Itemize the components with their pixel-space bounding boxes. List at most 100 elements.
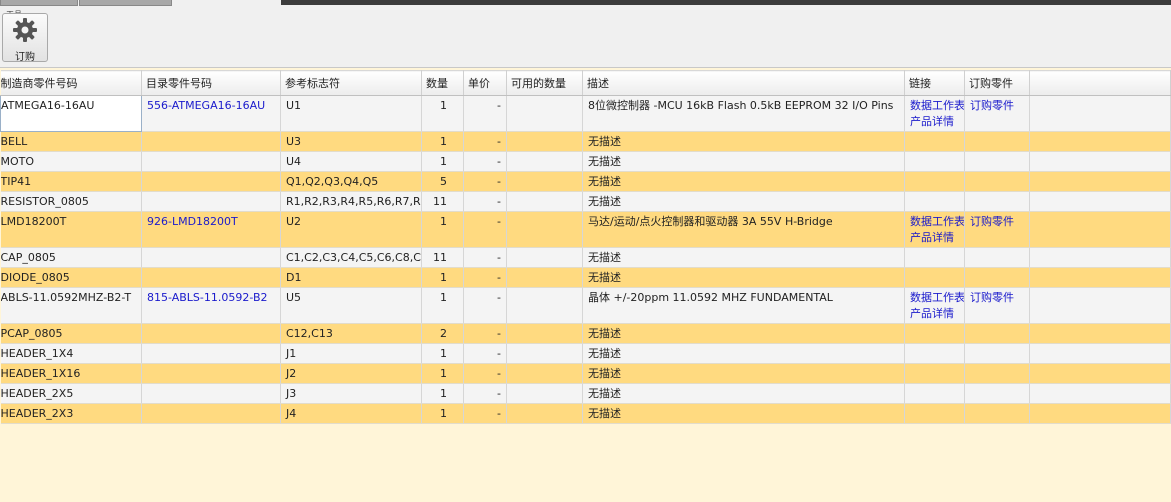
cell-unit-price: - [463, 171, 507, 192]
cell-mfr-part[interactable]: ABLS-11.0592MHZ-B2-T [0, 287, 142, 324]
cell-reference: D1 [280, 267, 422, 288]
col-header-reference[interactable]: 参考标志符 [280, 70, 422, 96]
table-row[interactable]: ABLS-11.0592MHZ-B2-T 815-ABLS-11.0592-B2 U… [0, 287, 1171, 324]
cell-mfr-part[interactable]: ATMEGA16-16AU [0, 95, 142, 132]
cell-links [904, 323, 965, 344]
cell-available-qty [506, 151, 583, 172]
order-part-link[interactable]: 订购零件 [970, 290, 1025, 306]
cell-description: 无描述 [582, 267, 905, 288]
col-header-links[interactable]: 链接 [904, 70, 965, 96]
table-row[interactable]: LMD18200T 926-LMD18200T U2 1- 马达/运动/点火控制器和驱动… [0, 211, 1171, 248]
datasheet-link[interactable]: 数据工作表 [910, 290, 964, 306]
table-row[interactable]: HEADER_2X3 J4 1- 无描述 [0, 403, 1171, 424]
datasheet-link[interactable]: 数据工作表 [910, 214, 964, 230]
table-row[interactable]: ATMEGA16-16AU 556-ATMEGA16-16AU U1 1- 8位微控制器… [0, 95, 1171, 132]
cell-mfr-part[interactable]: HEADER_1X16 [0, 363, 142, 384]
cell-quantity: 1 [421, 131, 464, 152]
cell-filler [1029, 383, 1171, 404]
cell-order-part [964, 247, 1030, 268]
cell-links: 数据工作表 产品详情 [904, 211, 965, 248]
table-row[interactable]: MOTO U4 1- 无描述 [0, 151, 1171, 172]
cell-available-qty [506, 343, 583, 364]
cell-mfr-part[interactable]: HEADER_2X5 [0, 383, 142, 404]
order-button[interactable]: 订购 [2, 13, 48, 63]
cell-catalog-part [141, 131, 281, 152]
cell-order-part [964, 403, 1030, 424]
cell-mfr-part[interactable]: HEADER_1X4 [0, 343, 142, 364]
cell-reference: U4 [280, 151, 422, 172]
table-row[interactable]: HEADER_2X5 J3 1- 无描述 [0, 383, 1171, 404]
cell-description: 无描述 [582, 191, 905, 212]
col-header-mfr-part[interactable]: 制造商零件号码 [0, 70, 142, 96]
catalog-part-link[interactable]: 926-LMD18200T [147, 215, 238, 228]
table-row[interactable]: BELL U3 1- 无描述 [0, 131, 1171, 152]
cell-links [904, 191, 965, 212]
cell-mfr-part[interactable]: CAP_0805 [0, 247, 142, 268]
cell-description: 无描述 [582, 343, 905, 364]
order-part-link[interactable]: 订购零件 [970, 214, 1025, 230]
cell-mfr-part[interactable]: MOTO [0, 151, 142, 172]
top-tab-1[interactable] [0, 0, 78, 6]
cell-filler [1029, 287, 1171, 324]
cell-order-part: 订购零件 [964, 287, 1030, 324]
cell-catalog-part [141, 383, 281, 404]
table-row[interactable]: CAP_0805 C1,C2,C3,C4,C5,C6,C8,C9,C10,C11,… [0, 247, 1171, 268]
cell-catalog-part [141, 363, 281, 384]
col-header-available-qty[interactable]: 可用的数量 [506, 70, 583, 96]
cell-mfr-part[interactable]: PCAP_0805 [0, 323, 142, 344]
cell-available-qty [506, 403, 583, 424]
cell-unit-price: - [463, 363, 507, 384]
cell-mfr-part[interactable]: LMD18200T [0, 211, 142, 248]
cell-links [904, 267, 965, 288]
cell-unit-price: - [463, 211, 507, 248]
cell-quantity: 2 [421, 323, 464, 344]
cell-mfr-part[interactable]: DIODE_0805 [0, 267, 142, 288]
cell-quantity: 5 [421, 171, 464, 192]
cell-filler [1029, 403, 1171, 424]
cell-reference: U3 [280, 131, 422, 152]
cell-order-part [964, 323, 1030, 344]
cell-filler [1029, 363, 1171, 384]
cell-mfr-part[interactable]: HEADER_2X3 [0, 403, 142, 424]
cell-links [904, 403, 965, 424]
cell-catalog-part [141, 191, 281, 212]
cell-mfr-part[interactable]: TIP41 [0, 171, 142, 192]
table-row[interactable]: TIP41 Q1,Q2,Q3,Q4,Q5 5- 无描述 [0, 171, 1171, 192]
cell-mfr-part[interactable]: BELL [0, 131, 142, 152]
cell-links [904, 247, 965, 268]
catalog-part-link[interactable]: 556-ATMEGA16-16AU [147, 99, 265, 112]
product-detail-link[interactable]: 产品详情 [910, 306, 960, 322]
cell-filler [1029, 267, 1171, 288]
cell-quantity: 11 [421, 247, 464, 268]
cell-filler [1029, 211, 1171, 248]
table-row[interactable]: PCAP_0805 C12,C13 2- 无描述 [0, 323, 1171, 344]
cell-unit-price: - [463, 403, 507, 424]
cell-catalog-part [141, 151, 281, 172]
cell-description: 8位微控制器 -MCU 16kB Flash 0.5kB EEPROM 32 I… [582, 95, 905, 132]
cell-links [904, 171, 965, 192]
table-row[interactable]: RESISTOR_0805 R1,R2,R3,R4,R5,R6,R7,R8,R9,… [0, 191, 1171, 212]
col-header-order-part[interactable]: 订购零件 [964, 70, 1030, 96]
cell-quantity: 1 [421, 211, 464, 248]
top-tab-2[interactable] [79, 0, 172, 6]
order-part-link[interactable]: 订购零件 [970, 98, 1025, 114]
cell-mfr-part[interactable]: RESISTOR_0805 [0, 191, 142, 212]
col-header-description[interactable]: 描述 [582, 70, 905, 96]
col-header-quantity[interactable]: 数量 [421, 70, 464, 96]
cell-available-qty [506, 191, 583, 212]
cell-unit-price: - [463, 287, 507, 324]
catalog-part-link[interactable]: 815-ABLS-11.0592-B2 [147, 291, 267, 304]
product-detail-link[interactable]: 产品详情 [910, 114, 960, 130]
cell-filler [1029, 131, 1171, 152]
col-header-catalog-part[interactable]: 目录零件号码 [141, 70, 281, 96]
col-header-unit-price[interactable]: 单价 [463, 70, 507, 96]
table-row[interactable]: DIODE_0805 D1 1- 无描述 [0, 267, 1171, 288]
cell-order-part [964, 191, 1030, 212]
cell-links [904, 363, 965, 384]
table-row[interactable]: HEADER_1X4 J1 1- 无描述 [0, 343, 1171, 364]
cell-description: 无描述 [582, 171, 905, 192]
datasheet-link[interactable]: 数据工作表 [910, 98, 964, 114]
cell-quantity: 11 [421, 191, 464, 212]
product-detail-link[interactable]: 产品详情 [910, 230, 960, 246]
table-row[interactable]: HEADER_1X16 J2 1- 无描述 [0, 363, 1171, 384]
